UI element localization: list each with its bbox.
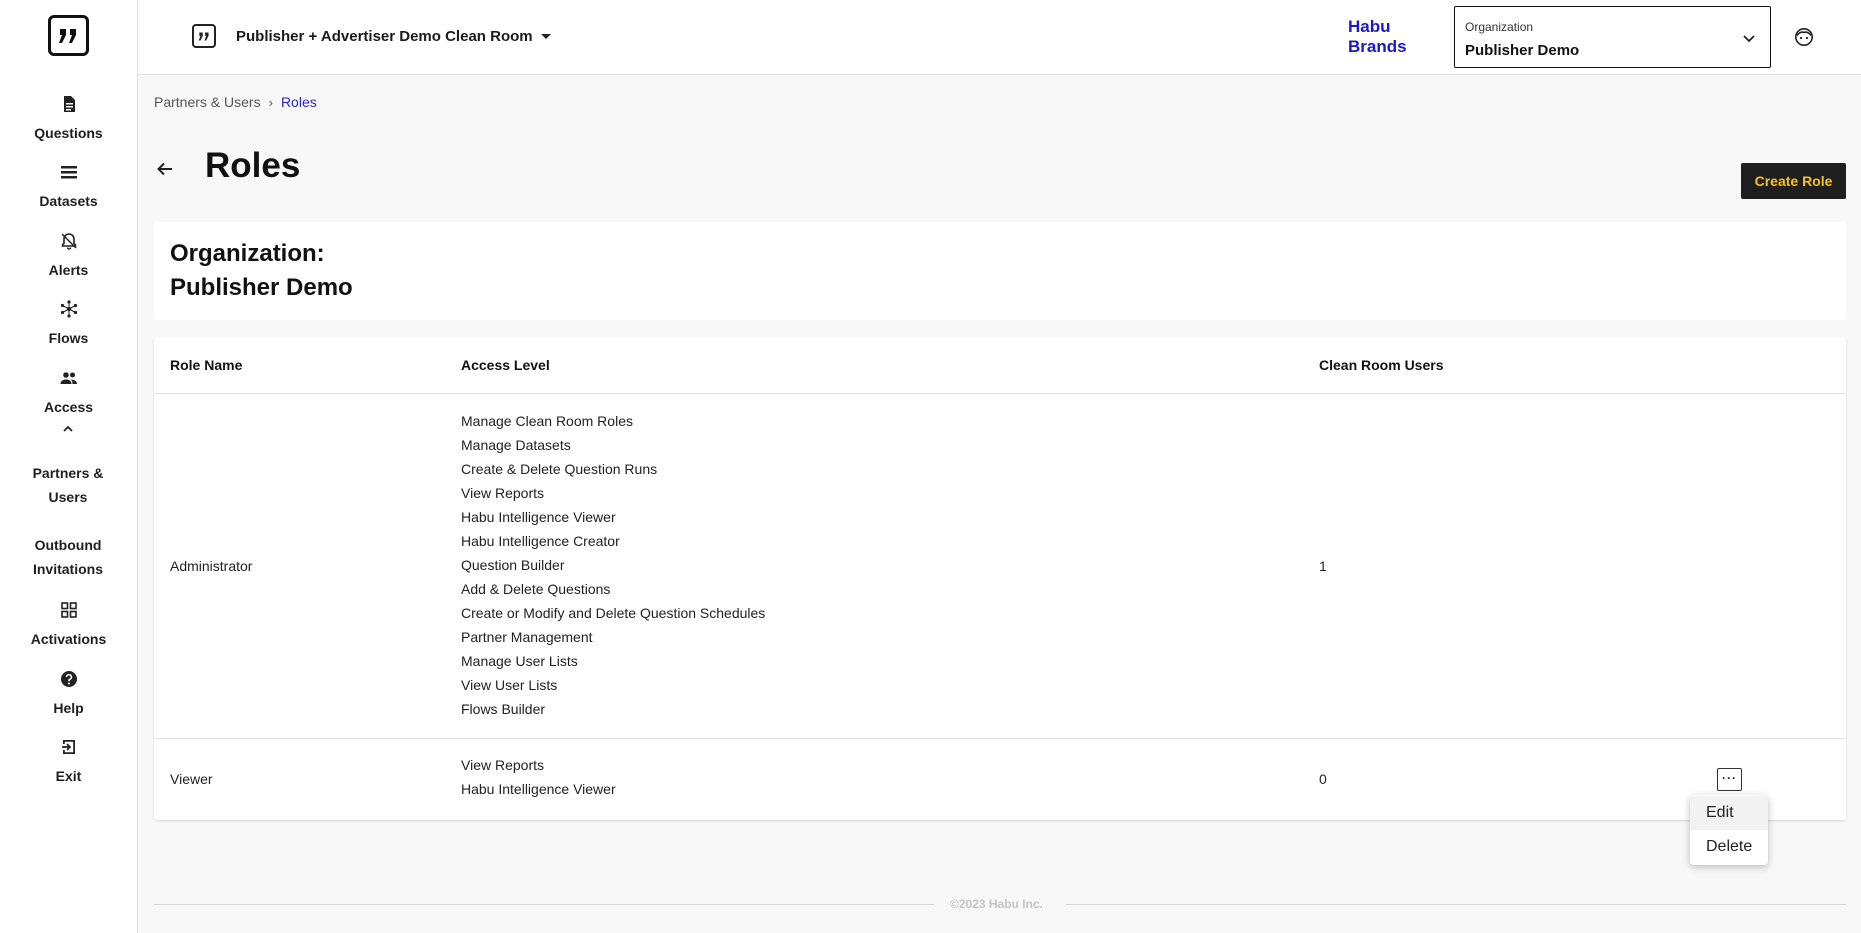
clean-room-users-cell: 1 — [1319, 558, 1327, 574]
chevron-down-icon — [1743, 35, 1755, 43]
clean-room-users-cell: 0 — [1319, 771, 1327, 787]
more-icon: ··· — [1722, 770, 1737, 785]
list-item: Flows Builder — [461, 701, 546, 717]
sidebar-item-flows[interactable]: Flows — [0, 300, 137, 350]
list-icon — [60, 163, 78, 181]
sidebar-item-label: Questions — [34, 125, 103, 141]
breadcrumb-roles[interactable]: Roles — [281, 94, 317, 110]
list-item: Create or Modify and Delete Question Sch… — [461, 605, 766, 621]
breadcrumb: Partners & Users › Roles — [154, 94, 317, 110]
sidebar: Questions Datasets Alerts Flows Access P… — [0, 0, 138, 933]
sidebar-item-partners-users[interactable]: Partners & Users — [24, 461, 112, 509]
sidebar-item-label: Exit — [55, 768, 82, 784]
organization-card: Organization: Publisher Demo — [154, 222, 1846, 320]
network-icon — [60, 300, 78, 318]
list-item: Habu Intelligence Creator — [461, 533, 620, 549]
row-actions-button[interactable]: ··· — [1717, 768, 1742, 791]
divider — [154, 393, 1846, 394]
list-item: View Reports — [461, 757, 545, 773]
access-level-list: View Reports Habu Intelligence Viewer — [461, 753, 616, 801]
list-item: Manage Clean Room Roles — [461, 413, 633, 429]
organization-name: Publisher Demo — [170, 274, 353, 301]
column-header-role-name: Role Name — [170, 357, 243, 373]
sidebar-item-label: Datasets — [39, 193, 98, 209]
brand-name: Habu Brands — [1348, 17, 1407, 56]
organization-heading: Organization: — [170, 240, 325, 267]
bell-icon — [60, 232, 78, 250]
menu-item-edit[interactable]: Edit — [1690, 796, 1768, 830]
role-name-cell: Administrator — [170, 558, 253, 574]
sidebar-item-questions[interactable]: Questions — [0, 95, 137, 145]
breadcrumb-separator: › — [268, 94, 273, 110]
sidebar-item-label: Help — [53, 700, 84, 716]
grid-icon — [60, 601, 78, 619]
divider — [154, 904, 934, 905]
divider — [1066, 904, 1846, 905]
list-item: Habu Intelligence Viewer — [461, 509, 616, 525]
clean-room-logo-icon — [192, 24, 216, 48]
people-icon — [60, 369, 78, 387]
menu-item-delete[interactable]: Delete — [1690, 830, 1768, 864]
sidebar-item-alerts[interactable]: Alerts — [0, 232, 137, 282]
list-item: Add & Delete Questions — [461, 581, 611, 597]
organization-select-value: Publisher Demo — [1465, 42, 1580, 59]
caret-down-icon — [540, 34, 551, 39]
sidebar-item-outbound-invitations[interactable]: Outbound Invitations — [24, 533, 112, 581]
clean-room-selector[interactable]: Publisher + Advertiser Demo Clean Room — [236, 28, 551, 45]
sidebar-item-activations[interactable]: Activations — [0, 601, 137, 651]
row-actions-menu: Edit Delete — [1690, 795, 1768, 865]
list-item: Manage User Lists — [461, 653, 578, 669]
divider — [154, 738, 1846, 739]
column-header-clean-room-users: Clean Room Users — [1319, 357, 1444, 373]
sidebar-item-datasets[interactable]: Datasets — [0, 163, 137, 213]
sidebar-item-help[interactable]: Help — [0, 670, 137, 720]
top-header: Publisher + Advertiser Demo Clean Room H… — [138, 0, 1861, 75]
list-item: View Reports — [461, 485, 545, 501]
clean-room-title: Publisher + Advertiser Demo Clean Room — [236, 28, 533, 45]
list-item: View User Lists — [461, 677, 558, 693]
roles-table: Role Name Access Level Clean Room Users … — [154, 337, 1846, 820]
access-level-list: Manage Clean Room Roles Manage Datasets … — [461, 409, 765, 721]
back-arrow-icon[interactable] — [154, 158, 176, 180]
sidebar-item-label: Alerts — [48, 262, 89, 278]
breadcrumb-partners-users[interactable]: Partners & Users — [154, 94, 261, 110]
role-name-cell: Viewer — [170, 771, 213, 787]
user-avatar-icon[interactable] — [1794, 27, 1814, 47]
list-item: Habu Intelligence Viewer — [461, 781, 616, 797]
organization-select-label: Organization — [1465, 20, 1534, 34]
help-icon — [60, 670, 78, 688]
list-item: Manage Datasets — [461, 437, 571, 453]
organization-select[interactable]: Organization Publisher Demo — [1454, 6, 1771, 68]
sidebar-item-label: Activations — [30, 631, 107, 647]
document-icon — [60, 95, 78, 113]
copyright-text: ©2023 Habu Inc. — [950, 897, 1043, 911]
exit-icon — [60, 738, 78, 756]
list-item: Partner Management — [461, 629, 593, 645]
sidebar-item-label: Access — [43, 399, 94, 415]
create-role-button[interactable]: Create Role — [1741, 163, 1846, 199]
sidebar-item-label: Flows — [48, 330, 89, 346]
list-item: Question Builder — [461, 557, 565, 573]
habu-logo-icon[interactable] — [48, 15, 89, 56]
page-title: Roles — [205, 146, 301, 185]
list-item: Create & Delete Question Runs — [461, 461, 658, 477]
sidebar-item-access[interactable]: Access — [0, 369, 137, 419]
chevron-up-icon[interactable] — [62, 424, 74, 434]
column-header-access-level: Access Level — [461, 357, 550, 373]
sidebar-item-exit[interactable]: Exit — [0, 738, 137, 788]
